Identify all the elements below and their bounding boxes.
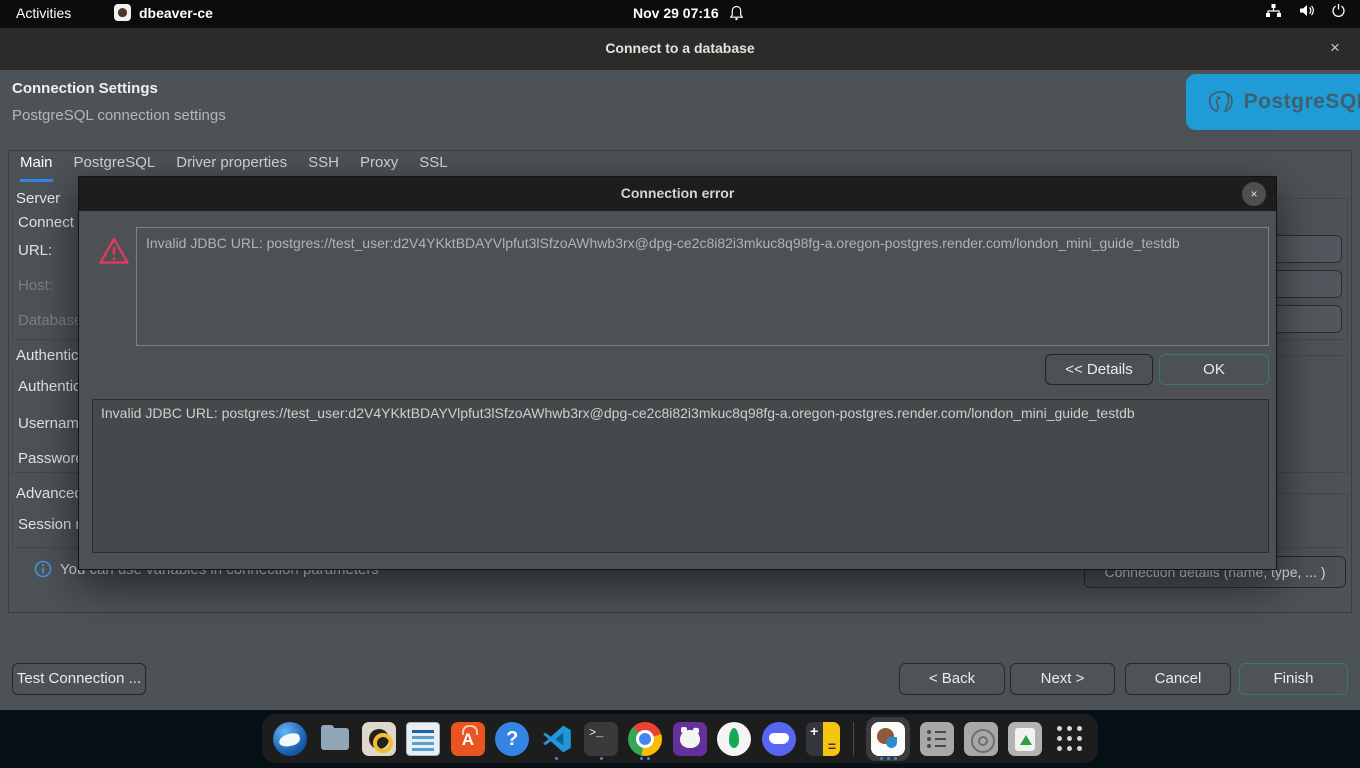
dock-mongodb[interactable] — [716, 717, 752, 761]
settings-icon — [920, 722, 954, 756]
dbeaver-app-icon — [114, 4, 131, 21]
dock-dbeaver[interactable] — [866, 717, 910, 761]
page-subtitle: PostgreSQL connection settings — [12, 107, 226, 124]
tab-main[interactable]: Main — [20, 154, 53, 182]
thunderbird-icon — [273, 722, 307, 756]
error-details-textarea[interactable]: Invalid JDBC URL: postgres://test_user:d… — [92, 399, 1269, 553]
system-top-bar: Activities dbeaver-ce Nov 29 07:16 — [0, 0, 1360, 28]
error-dialog-title: Connection error — [79, 185, 1276, 201]
dock-calculator[interactable] — [805, 717, 841, 761]
dock-chrome[interactable] — [627, 717, 663, 761]
postgresql-logo-text: PostgreSQL — [1244, 90, 1360, 114]
screen: Activities dbeaver-ce Nov 29 07:16 Conne… — [0, 0, 1360, 768]
postgresql-elephant-icon — [1204, 83, 1238, 121]
power-icon — [1331, 3, 1346, 18]
dock-discord[interactable] — [760, 717, 796, 761]
dock-separator — [853, 722, 854, 756]
focused-app-menu[interactable]: dbeaver-ce — [114, 4, 213, 21]
dock-rhythmbox[interactable] — [361, 717, 397, 761]
dock-vscode[interactable] — [538, 717, 574, 761]
ubuntu-software-icon — [451, 722, 485, 756]
network-icon — [1265, 3, 1282, 18]
volume-icon — [1298, 3, 1315, 18]
warning-triangle-icon — [98, 235, 130, 267]
error-dialog-title-bar[interactable]: Connection error × — [79, 177, 1276, 211]
dock-ubuntu-software[interactable] — [450, 717, 486, 761]
window-close-button[interactable]: × — [1324, 37, 1346, 59]
help-icon — [495, 722, 529, 756]
server-group-label: Server — [12, 190, 64, 207]
error-message-box[interactable]: Invalid JDBC URL: postgres://test_user:d… — [136, 227, 1269, 346]
page-title: Connection Settings — [12, 80, 158, 97]
dock-disks[interactable] — [963, 717, 999, 761]
activities-button[interactable]: Activities — [16, 5, 71, 21]
ok-button[interactable]: OK — [1159, 354, 1269, 385]
calculator-icon — [806, 722, 840, 756]
test-connection-button[interactable]: Test Connection ... — [12, 663, 146, 695]
notification-bell-icon — [729, 5, 744, 21]
dock-thunderbird[interactable] — [272, 717, 308, 761]
info-icon — [34, 560, 52, 578]
details-toggle-button[interactable]: << Details — [1045, 354, 1153, 385]
url-label: URL: — [18, 242, 52, 259]
github-icon — [673, 722, 707, 756]
discord-icon — [762, 722, 796, 756]
error-dialog-close-button[interactable]: × — [1242, 182, 1266, 206]
dock-settings[interactable] — [918, 717, 954, 761]
database-label: Database — [18, 312, 82, 329]
system-status-area[interactable] — [1265, 3, 1346, 18]
files-folder-icon — [318, 722, 352, 756]
connection-error-dialog: Connection error × Invalid JDBC URL: pos… — [78, 176, 1277, 570]
dock-help[interactable] — [494, 717, 530, 761]
wizard-header: Connection Settings PostgreSQL connectio… — [0, 70, 1360, 142]
dock-terminal[interactable] — [583, 717, 619, 761]
terminal-icon — [584, 722, 618, 756]
trash-icon — [1008, 722, 1042, 756]
mongodb-icon — [717, 722, 751, 756]
clock-label: Nov 29 07:16 — [633, 5, 719, 21]
cancel-button[interactable]: Cancel — [1125, 663, 1231, 695]
window-title-bar[interactable]: Connect to a database × — [0, 28, 1360, 70]
focused-app-label: dbeaver-ce — [139, 5, 213, 21]
vscode-icon — [541, 723, 573, 755]
next-button[interactable]: Next > — [1010, 663, 1115, 695]
dock-github[interactable] — [672, 717, 708, 761]
dock-libreoffice-writer[interactable] — [405, 717, 441, 761]
host-label: Host: — [18, 277, 53, 294]
dock-app-grid[interactable] — [1052, 717, 1088, 761]
window-title: Connect to a database — [0, 40, 1360, 56]
finish-button[interactable]: Finish — [1239, 663, 1348, 695]
dock — [262, 714, 1098, 763]
rhythmbox-icon — [362, 722, 396, 756]
dock-files[interactable] — [316, 717, 352, 761]
app-grid-icon — [1054, 723, 1085, 754]
chrome-icon — [628, 722, 662, 756]
postgresql-logo: PostgreSQL — [1186, 74, 1360, 130]
dbeaver-icon — [871, 722, 905, 756]
back-button[interactable]: < Back — [899, 663, 1005, 695]
dock-trash[interactable] — [1007, 717, 1043, 761]
disks-icon — [964, 722, 998, 756]
advanced-group-label: Advanced — [12, 485, 87, 502]
clock-menu[interactable]: Nov 29 07:16 — [633, 5, 744, 21]
libreoffice-writer-icon — [406, 722, 440, 756]
